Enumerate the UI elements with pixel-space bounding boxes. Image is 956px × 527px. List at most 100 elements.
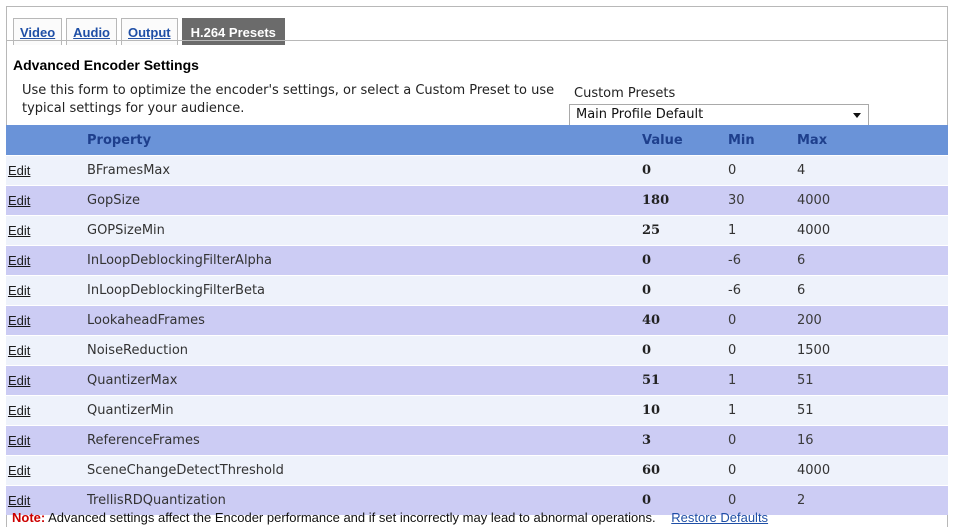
property-name: InLoopDeblockingFilterAlpha [87,253,273,268]
property-max: 4000 [797,223,831,238]
property-name: GOPSizeMin [87,223,165,238]
note-label: Note: [12,510,46,525]
table-row: Edit GopSize 180 30 4000 [6,185,948,216]
property-value-cell: 25 [642,215,728,246]
edit-link[interactable]: Edit [8,313,30,328]
property-name-cell: ReferenceFrames [87,425,642,456]
edit-link[interactable]: Edit [8,433,30,448]
property-name: InLoopDeblockingFilterBeta [87,283,266,298]
property-max: 4000 [797,463,831,478]
property-max-cell: 4000 [797,185,948,216]
property-min: 0 [728,343,737,358]
property-value: 51 [642,373,661,388]
property-value-cell: 0 [642,155,728,186]
property-min: 0 [728,463,737,478]
section-description: Use this form to optimize the encoder's … [22,83,555,116]
property-name: ReferenceFrames [87,433,200,448]
property-max-cell: 4 [797,155,948,186]
edit-link[interactable]: Edit [8,283,30,298]
property-name: NoiseReduction [87,343,189,358]
header-min: Min [728,125,797,156]
property-min-cell: 30 [728,185,797,216]
property-name-cell: InLoopDeblockingFilterAlpha [87,245,642,276]
property-value: 0 [642,283,652,298]
property-min-cell: 0 [728,155,797,186]
property-min: 0 [728,163,737,178]
property-min: -6 [728,283,741,298]
custom-presets-select[interactable]: Main Profile Default [569,104,869,126]
edit-link-cell: Edit [6,455,87,486]
property-min-cell: 0 [728,425,797,456]
property-max: 6 [797,253,806,268]
property-value-cell: 0 [642,245,728,276]
edit-link[interactable]: Edit [8,193,30,208]
edit-link-cell: Edit [6,425,87,456]
tab-divider [7,40,947,41]
edit-link-cell: Edit [6,215,87,246]
note-bar: Note: Advanced settings affect the Encod… [12,510,948,525]
table-row: Edit GOPSizeMin 25 1 4000 [6,215,948,246]
chevron-down-icon [853,113,861,118]
section-title: Advanced Encoder Settings [13,57,199,73]
property-name: GopSize [87,193,140,208]
property-name-cell: GopSize [87,185,642,216]
property-name: LookaheadFrames [87,313,205,328]
property-value: 0 [642,343,652,358]
property-name: QuantizerMin [87,403,174,418]
property-value: 60 [642,463,661,478]
property-max: 2 [797,493,806,508]
edit-link[interactable]: Edit [8,373,30,388]
property-min-cell: 0 [728,335,797,366]
property-max-cell: 200 [797,305,948,336]
property-name: BFramesMax [87,163,171,178]
property-min-cell: 1 [728,395,797,426]
table-row: Edit QuantizerMin 10 1 51 [6,395,948,426]
edit-link-cell: Edit [6,335,87,366]
property-max-cell: 6 [797,275,948,306]
table-row: Edit ReferenceFrames 3 0 16 [6,425,948,456]
encoder-settings-table: Property Value Min Max Edit BFramesMax 0 0 4… [6,125,948,515]
property-min: 0 [728,313,737,328]
property-name: SceneChangeDetectThreshold [87,463,284,478]
table-row: Edit InLoopDeblockingFilterAlpha 0 -6 6 [6,245,948,276]
property-min-cell: -6 [728,275,797,306]
property-value: 180 [642,193,670,208]
property-value: 10 [642,403,661,418]
property-name-cell: BFramesMax [87,155,642,186]
property-value-cell: 60 [642,455,728,486]
property-value-cell: 10 [642,395,728,426]
property-max-cell: 51 [797,395,948,426]
restore-defaults-link[interactable]: Restore Defaults [671,510,768,525]
edit-link[interactable]: Edit [8,343,30,358]
property-max-cell: 4000 [797,455,948,486]
property-value-cell: 51 [642,365,728,396]
edit-link[interactable]: Edit [8,463,30,478]
property-min-cell: 1 [728,365,797,396]
property-name-cell: InLoopDeblockingFilterBeta [87,275,642,306]
edit-link[interactable]: Edit [8,253,30,268]
edit-link-cell: Edit [6,365,87,396]
edit-link[interactable]: Edit [8,163,30,178]
table-row: Edit InLoopDeblockingFilterBeta 0 -6 6 [6,275,948,306]
property-name-cell: QuantizerMax [87,365,642,396]
property-name: TrellisRDQuantization [87,493,226,508]
property-max-cell: 1500 [797,335,948,366]
note-text: Advanced settings affect the Encoder per… [48,510,656,525]
property-max: 51 [797,403,814,418]
property-min: 1 [728,223,737,238]
property-max-cell: 51 [797,365,948,396]
property-max-cell: 16 [797,425,948,456]
property-value-cell: 40 [642,305,728,336]
edit-link[interactable]: Edit [8,223,30,238]
property-name-cell: GOPSizeMin [87,215,642,246]
table-row: Edit LookaheadFrames 40 0 200 [6,305,948,336]
property-min-cell: 1 [728,215,797,246]
edit-link[interactable]: Edit [8,493,30,508]
edit-link[interactable]: Edit [8,403,30,418]
property-min: 1 [728,403,737,418]
property-value-cell: 180 [642,185,728,216]
table-header-row: Property Value Min Max [6,125,948,156]
property-value: 0 [642,253,652,268]
custom-presets-label: Custom Presets [574,86,676,101]
property-name-cell: LookaheadFrames [87,305,642,336]
